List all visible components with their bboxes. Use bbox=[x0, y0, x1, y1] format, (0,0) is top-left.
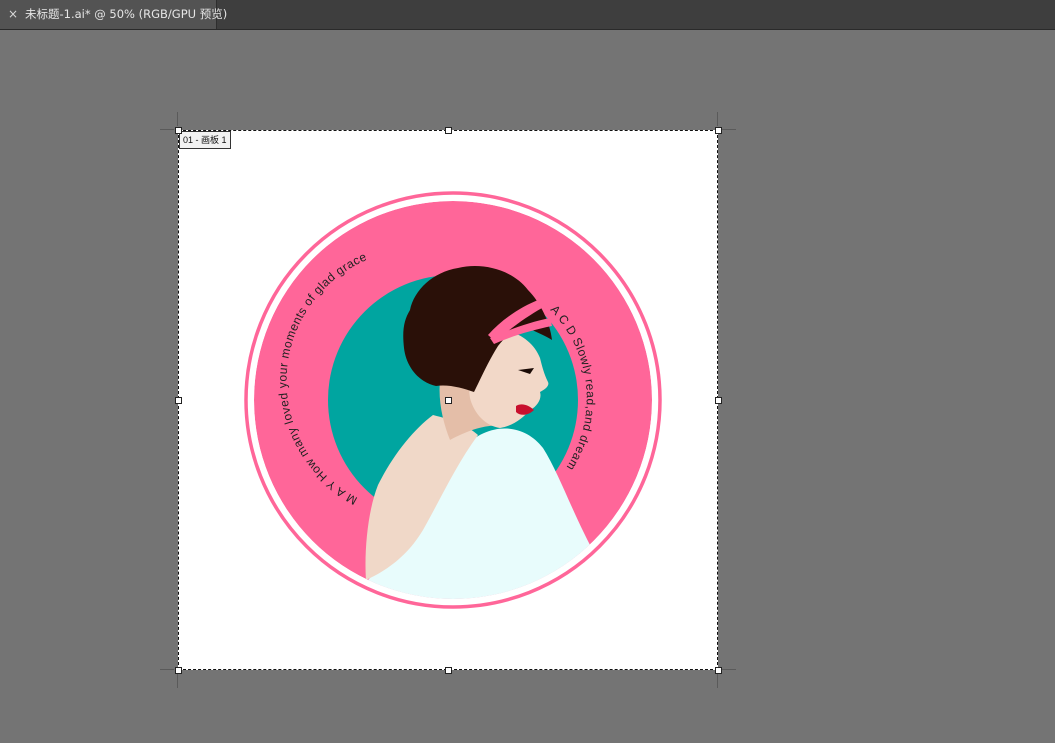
crop-mark bbox=[717, 112, 718, 126]
document-tab-bar: × 未标题-1.ai* @ 50% (RGB/GPU 预览) bbox=[0, 0, 1055, 30]
crop-mark bbox=[717, 674, 718, 688]
tab-title: 未标题-1.ai* @ 50% (RGB/GPU 预览) bbox=[25, 7, 228, 21]
crop-mark bbox=[722, 129, 736, 130]
crop-mark bbox=[160, 129, 174, 130]
document-tab[interactable]: × 未标题-1.ai* @ 50% (RGB/GPU 预览) bbox=[0, 0, 227, 29]
crop-mark bbox=[177, 674, 178, 688]
crop-mark bbox=[722, 669, 736, 670]
artboard-label[interactable]: 01 - 画板 1 bbox=[179, 131, 231, 149]
center-point-handle[interactable] bbox=[445, 397, 452, 404]
crop-mark bbox=[177, 112, 178, 126]
resize-handle-top[interactable] bbox=[445, 127, 452, 134]
resize-handle-bottom-left[interactable] bbox=[175, 667, 182, 674]
crop-mark bbox=[160, 669, 174, 670]
resize-handle-top-right[interactable] bbox=[715, 127, 722, 134]
resize-handle-top-left[interactable] bbox=[175, 127, 182, 134]
resize-handle-right[interactable] bbox=[715, 397, 722, 404]
resize-handle-bottom-right[interactable] bbox=[715, 667, 722, 674]
tab-close-button[interactable]: × bbox=[7, 0, 19, 29]
resize-handle-bottom[interactable] bbox=[445, 667, 452, 674]
resize-handle-left[interactable] bbox=[175, 397, 182, 404]
